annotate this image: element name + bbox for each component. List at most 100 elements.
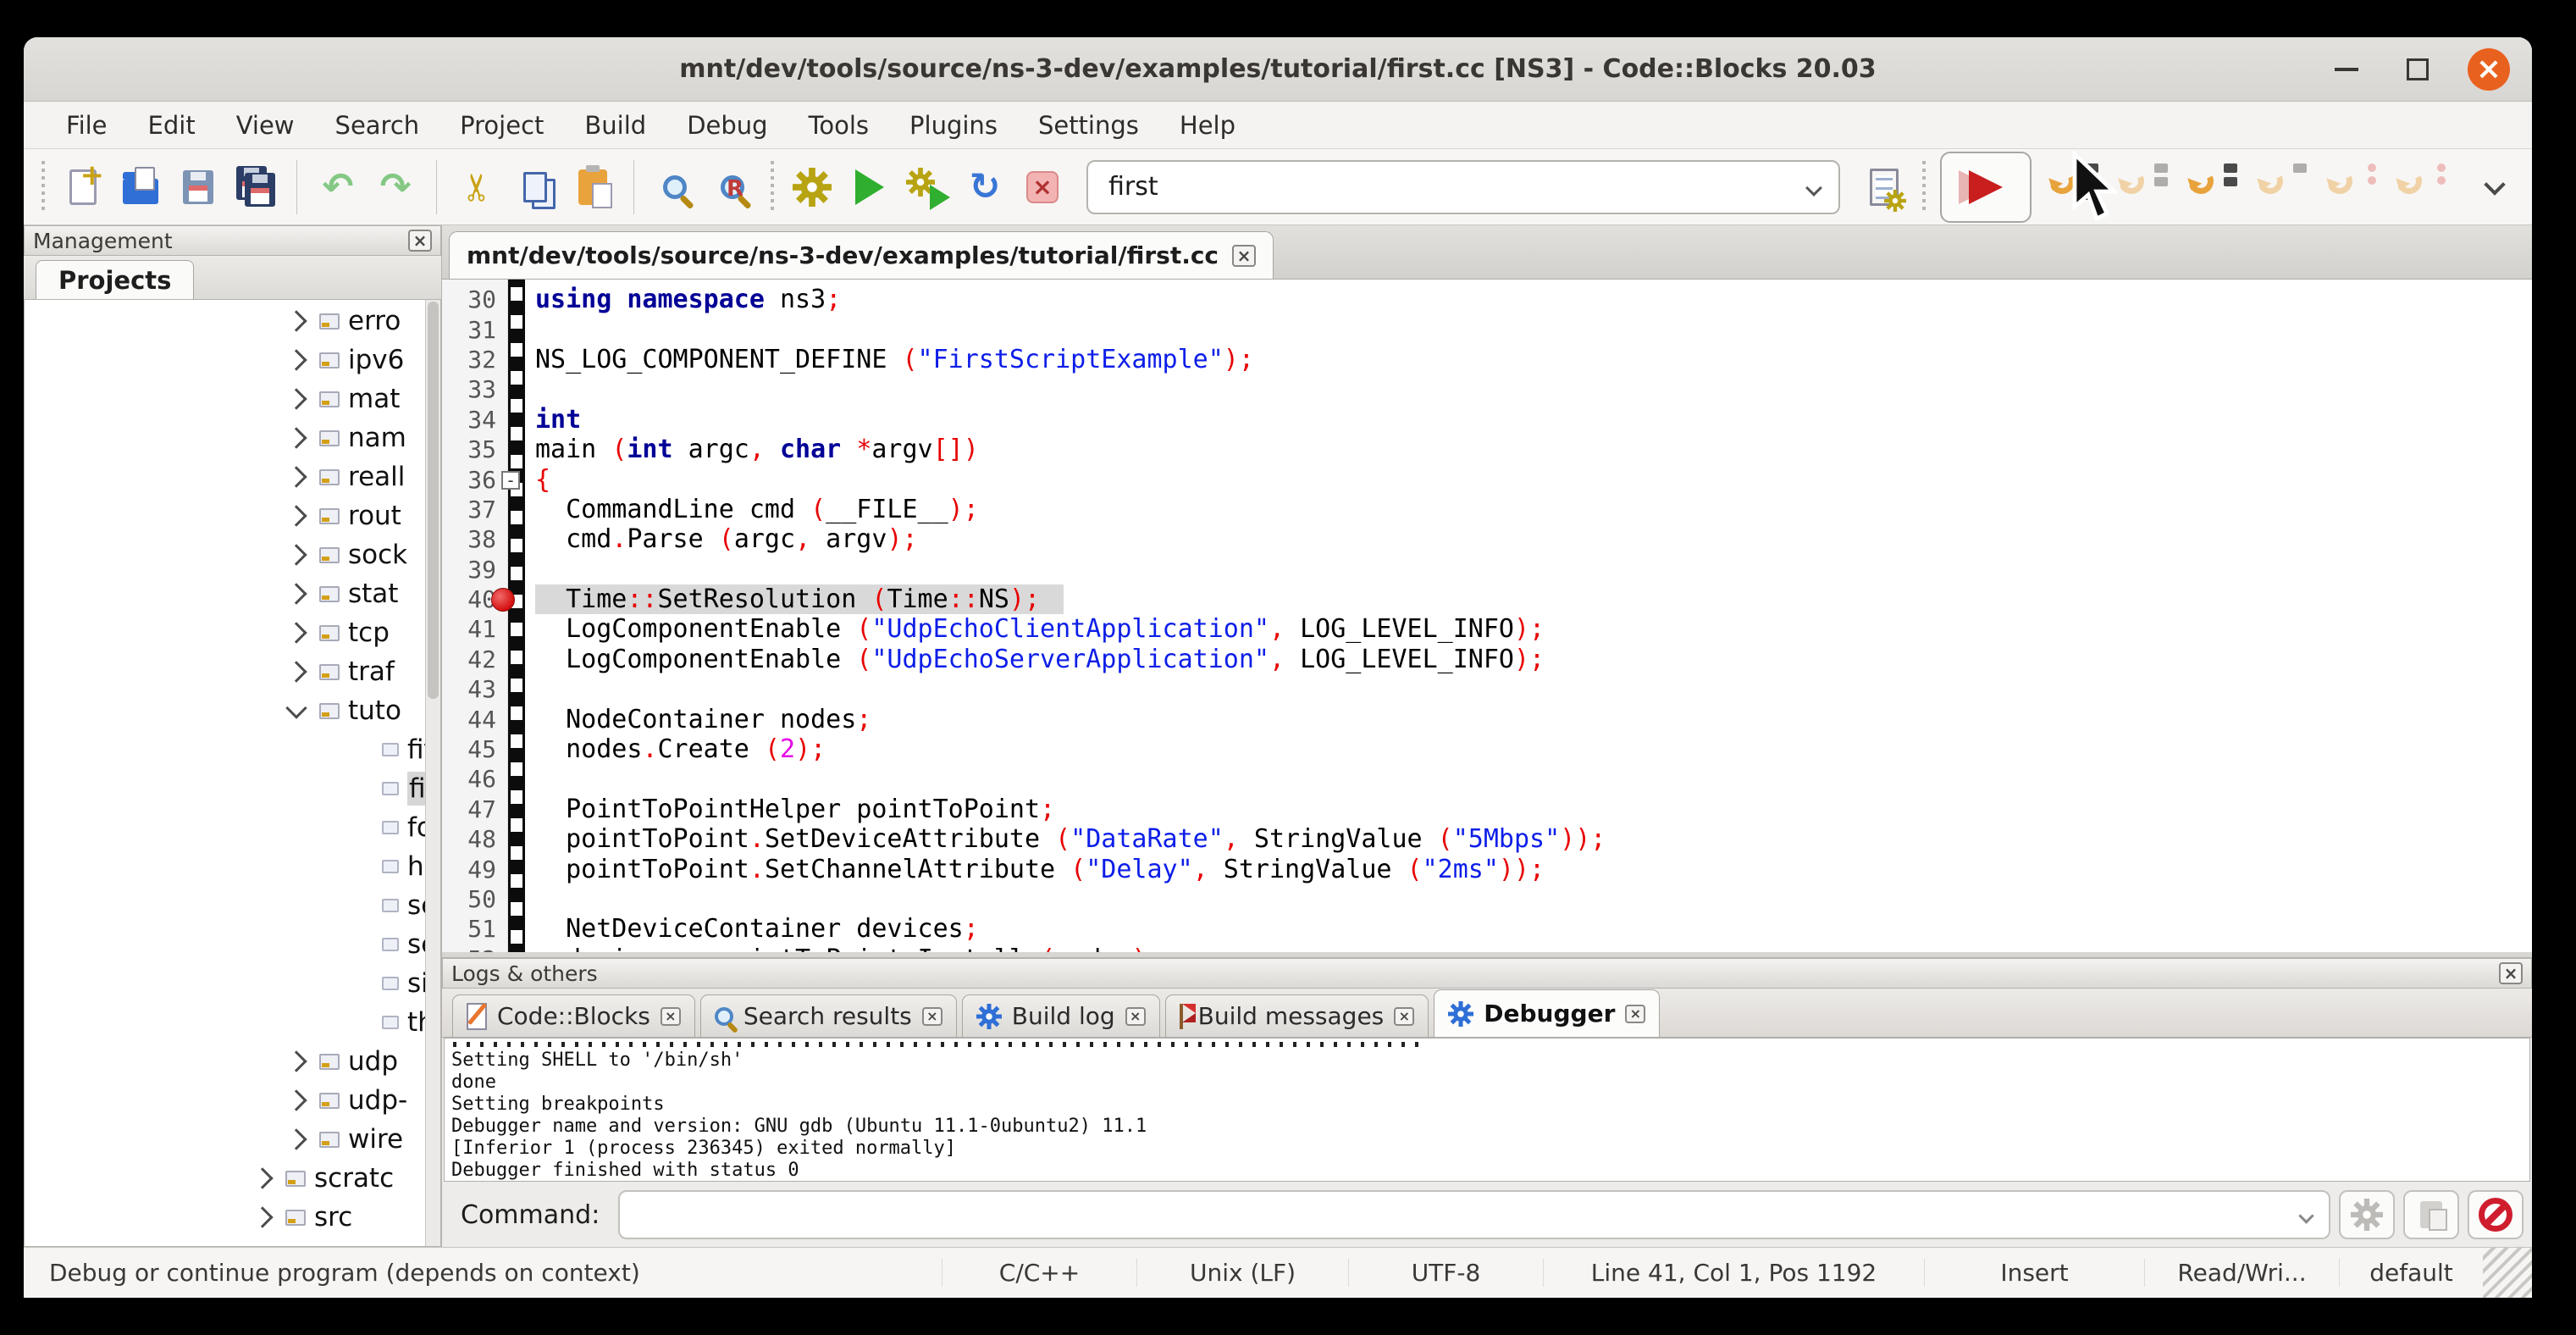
tree-item-he[interactable]: he xyxy=(25,847,425,886)
line-number[interactable]: 42 xyxy=(442,645,496,673)
save-button[interactable] xyxy=(174,163,223,212)
line-number[interactable]: 48 xyxy=(442,825,496,853)
redo-button[interactable]: ↷ xyxy=(371,163,420,212)
code-line[interactable]: 31 xyxy=(442,314,2532,344)
editor-tab-close-button[interactable]: × xyxy=(1232,245,1256,267)
debug-settings-button[interactable] xyxy=(2339,1190,2395,1239)
management-caption[interactable]: Management × xyxy=(24,225,441,256)
debug-continue-button[interactable] xyxy=(1940,152,2032,223)
undo-button[interactable]: ↶ xyxy=(313,163,362,212)
tree-item-wire[interactable]: wire xyxy=(25,1120,425,1159)
step-into-button[interactable] xyxy=(2183,160,2237,214)
build-and-run-button[interactable] xyxy=(903,163,952,212)
tab-close-button[interactable]: × xyxy=(922,1007,943,1026)
paste-button[interactable] xyxy=(568,163,617,212)
menu-tools[interactable]: Tools xyxy=(790,106,887,145)
replace-button[interactable]: R xyxy=(708,163,757,212)
code-line[interactable]: 43 xyxy=(442,674,2532,704)
step-into-instruction-button[interactable] xyxy=(2391,160,2446,214)
tree-item-mat[interactable]: mat xyxy=(25,379,425,418)
code-line[interactable]: 49 pointToPoint.SetChannelAttribute ("De… xyxy=(442,854,2532,884)
menu-edit[interactable]: Edit xyxy=(130,106,214,145)
build-target-combobox[interactable]: first xyxy=(1086,160,1840,214)
line-number[interactable]: 49 xyxy=(442,856,496,884)
tab-projects[interactable]: Projects xyxy=(36,260,194,299)
tree-item-erro[interactable]: erro xyxy=(25,302,425,341)
copy-button[interactable] xyxy=(511,163,560,212)
tree-item-stat[interactable]: stat xyxy=(25,574,425,613)
step-out-button[interactable] xyxy=(2253,160,2307,214)
line-number[interactable]: 38 xyxy=(442,525,496,553)
tree-item-nam[interactable]: nam xyxy=(25,418,425,457)
abort-button[interactable]: × xyxy=(1018,163,1067,212)
open-file-button[interactable] xyxy=(116,163,165,212)
chevron-right-icon[interactable] xyxy=(285,1128,307,1149)
chevron-right-icon[interactable] xyxy=(285,1089,307,1111)
tree-item-scratch[interactable]: scratc xyxy=(25,1159,425,1198)
tree-item-rout[interactable]: rout xyxy=(25,496,425,535)
line-number[interactable]: 39 xyxy=(442,556,496,584)
code-line[interactable]: 45 nodes.Create (2); xyxy=(442,734,2532,764)
logs-caption[interactable]: Logs & others × xyxy=(442,958,2532,989)
tab-close-button[interactable]: × xyxy=(661,1007,681,1026)
management-close-button[interactable]: × xyxy=(408,230,432,252)
code-line[interactable]: 33 xyxy=(442,374,2532,404)
chevron-right-icon[interactable] xyxy=(285,544,307,565)
chevron-right-icon[interactable] xyxy=(285,505,307,526)
menu-build[interactable]: Build xyxy=(566,106,665,145)
menu-file[interactable]: File xyxy=(47,106,126,145)
tree-item-sock[interactable]: sock xyxy=(25,535,425,574)
code-editor[interactable]: 30using namespace ns3; 31 32NS_LOG_COMPO… xyxy=(442,280,2532,952)
project-tree[interactable]: erro ipv6 mat nam reall rout sock stat t… xyxy=(25,300,425,1246)
line-number[interactable]: 47 xyxy=(442,795,496,823)
code-line[interactable]: 30using namespace ns3; xyxy=(442,285,2532,314)
line-number[interactable]: 37 xyxy=(442,496,496,523)
tree-item-tcp[interactable]: tcp xyxy=(25,613,425,652)
chevron-right-icon[interactable] xyxy=(285,466,307,487)
title-bar[interactable]: mnt/dev/tools/source/ns-3-dev/examples/t… xyxy=(24,37,2532,102)
tree-item-udp[interactable]: udp xyxy=(25,1042,425,1081)
breakpoint-icon[interactable] xyxy=(491,588,515,612)
tab-close-button[interactable]: × xyxy=(1125,1007,1146,1026)
code-line-breakpoint[interactable]: 40 Time::SetResolution (Time::NS); xyxy=(442,584,2532,614)
line-number[interactable]: 32 xyxy=(442,346,496,374)
tree-item-first[interactable]: fir xyxy=(25,769,425,808)
close-button[interactable]: × xyxy=(2468,48,2510,91)
line-number[interactable]: 45 xyxy=(442,735,496,763)
toolbar-grip[interactable] xyxy=(1920,161,1928,213)
line-number[interactable]: 40 xyxy=(442,585,496,613)
chevron-right-icon[interactable] xyxy=(285,583,307,604)
chevron-right-icon[interactable] xyxy=(285,622,307,643)
code-line[interactable]: 52 devices = pointToPoint.Install (nodes… xyxy=(442,944,2532,952)
save-all-button[interactable] xyxy=(231,163,280,212)
code-line[interactable]: 35main (int argc, char *argv[]) xyxy=(442,435,2532,464)
resize-grip[interactable] xyxy=(2483,1248,2532,1298)
menu-debug[interactable]: Debug xyxy=(668,106,786,145)
code-line[interactable]: 37 CommandLine cmd (__FILE__); xyxy=(442,495,2532,524)
menu-plugins[interactable]: Plugins xyxy=(891,106,1016,145)
next-instruction-button[interactable] xyxy=(2322,160,2376,214)
chevron-right-icon[interactable] xyxy=(285,388,307,409)
clear-log-button[interactable] xyxy=(2468,1190,2523,1239)
chevron-right-icon[interactable] xyxy=(285,1050,307,1072)
code-line[interactable]: 48 pointToPoint.SetDeviceAttribute ("Dat… xyxy=(442,824,2532,854)
tree-item-traf[interactable]: traf xyxy=(25,652,425,691)
code-line[interactable]: 36-{ xyxy=(442,464,2532,494)
menu-view[interactable]: View xyxy=(218,106,313,145)
code-line[interactable]: 39 xyxy=(442,555,2532,584)
line-number[interactable]: 41 xyxy=(442,615,496,643)
cut-button[interactable]: ✂ xyxy=(453,163,502,212)
chevron-right-icon[interactable] xyxy=(285,661,307,682)
tree-item-se2[interactable]: se xyxy=(25,925,425,964)
code-line[interactable]: 32NS_LOG_COMPONENT_DEFINE ("FirstScriptE… xyxy=(442,345,2532,374)
tree-item-se[interactable]: se xyxy=(25,886,425,925)
line-number[interactable]: 30 xyxy=(442,285,496,313)
chevron-right-icon[interactable] xyxy=(285,310,307,331)
chevron-down-icon[interactable] xyxy=(2298,1208,2313,1223)
chevron-down-icon[interactable] xyxy=(1805,180,1822,197)
chevron-down-icon[interactable] xyxy=(285,697,307,718)
editor-tab-first-cc[interactable]: mnt/dev/tools/source/ns-3-dev/examples/t… xyxy=(449,231,1274,279)
chevron-right-icon[interactable] xyxy=(252,1167,273,1188)
code-line[interactable]: 44 NodeContainer nodes; xyxy=(442,704,2532,734)
tree-scrollbar[interactable] xyxy=(425,300,440,1246)
